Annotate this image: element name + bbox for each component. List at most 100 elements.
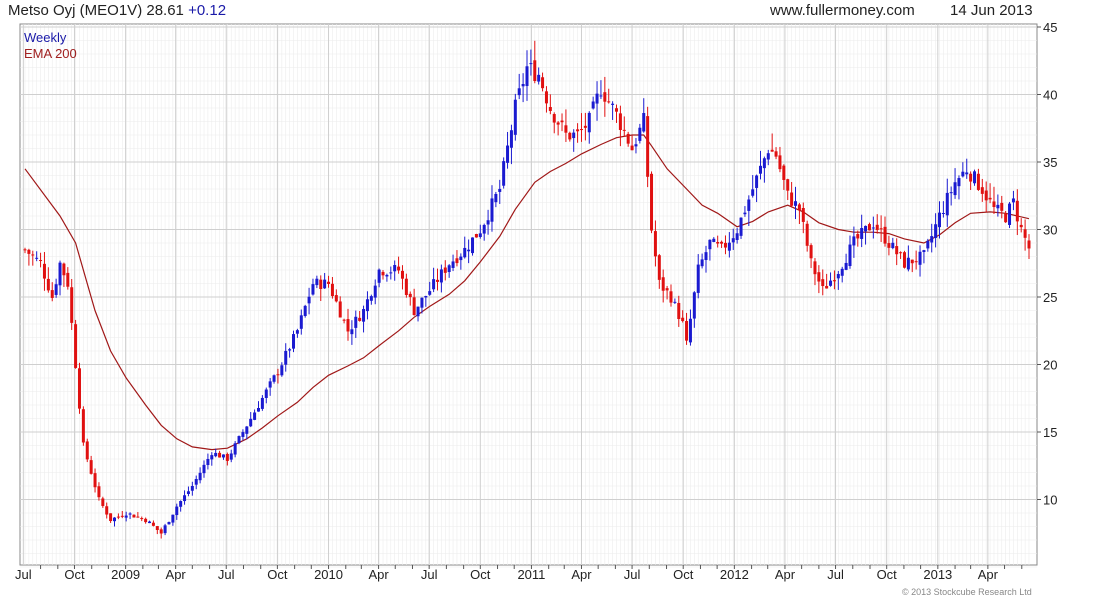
candle-body <box>389 272 393 274</box>
candle-body <box>673 301 677 303</box>
candle-body <box>198 472 202 481</box>
candle-body <box>330 283 334 297</box>
candle-body <box>712 238 716 242</box>
candle-down <box>81 406 85 446</box>
candle-body <box>953 182 957 196</box>
candle-body <box>984 190 988 201</box>
x-tick-label: Apr <box>775 567 796 582</box>
candle-down <box>902 250 906 269</box>
candle-body <box>369 296 373 301</box>
candle-body <box>852 236 856 246</box>
candle-body <box>626 133 630 144</box>
candle-body <box>124 515 128 518</box>
candle-body <box>486 220 490 225</box>
candle-body <box>747 199 751 211</box>
candle-body <box>910 259 914 264</box>
candle-body <box>1000 202 1004 211</box>
copyright-note: © 2013 Stockcube Research Ltd <box>902 587 1032 597</box>
candle-body <box>790 192 794 206</box>
candle-body <box>323 279 327 289</box>
candle-up <box>502 157 506 189</box>
candle-body <box>583 125 587 128</box>
candle-body <box>1023 229 1027 238</box>
candle-body <box>1027 240 1031 249</box>
candle-body <box>770 149 774 152</box>
candle-up <box>167 521 171 525</box>
candle-body <box>669 291 673 303</box>
candle-body <box>646 116 650 177</box>
candle-body <box>206 458 210 466</box>
candle-body <box>120 515 124 517</box>
candle-body <box>595 93 599 104</box>
candle-body <box>408 293 412 298</box>
candle-body <box>541 77 545 89</box>
candle-body <box>268 381 272 388</box>
candle-body <box>350 329 354 335</box>
candle-body <box>918 251 922 265</box>
candle-body <box>183 495 187 502</box>
candle-body <box>762 158 766 169</box>
x-tick-label: Jul <box>624 567 641 582</box>
candle-body <box>961 171 965 177</box>
candle-body <box>276 374 280 376</box>
candle-body <box>50 290 54 298</box>
candle-body <box>1008 203 1012 225</box>
candle-body <box>377 269 381 283</box>
candle-body <box>439 269 443 283</box>
candle-body <box>342 319 346 321</box>
candle-body <box>801 207 805 222</box>
x-tick-label: Apr <box>978 567 999 582</box>
candle-body <box>840 268 844 276</box>
candle-body <box>39 260 43 262</box>
candle-body <box>677 302 681 320</box>
candle-body <box>229 453 233 460</box>
candle-body <box>576 129 580 132</box>
candle-body <box>105 506 109 515</box>
candle-body <box>494 193 498 203</box>
candle-body <box>77 368 81 409</box>
candle-body <box>365 299 369 312</box>
candle-body <box>537 74 541 82</box>
candle-body <box>926 240 930 249</box>
candle-body <box>778 155 782 170</box>
candle-body <box>478 233 482 237</box>
candle-body <box>132 514 136 518</box>
candle-body <box>949 192 953 194</box>
candle-body <box>66 272 70 287</box>
candle-body <box>397 266 401 271</box>
candle-body <box>128 513 132 515</box>
candle-body <box>1019 224 1023 228</box>
candle-body <box>400 270 404 279</box>
candle-body <box>681 317 685 322</box>
x-tick-label: 2013 <box>923 567 952 582</box>
candle-body <box>902 252 906 268</box>
candle-body <box>116 516 120 518</box>
candle-body <box>650 173 654 231</box>
candle-body <box>260 397 264 409</box>
candle-body <box>1015 200 1019 222</box>
candle-body <box>544 91 548 104</box>
candle-body <box>74 324 78 368</box>
candle-body <box>941 213 945 215</box>
candle-down <box>77 362 81 414</box>
candle-body <box>883 226 887 244</box>
candle-body <box>315 278 319 286</box>
candle-body <box>813 261 817 275</box>
candle-body <box>739 217 743 236</box>
candle-body <box>891 242 895 249</box>
candle-body <box>794 201 798 206</box>
candle-body <box>591 101 595 109</box>
candle-body <box>280 365 284 376</box>
candle-body <box>848 244 852 267</box>
candle-body <box>560 120 564 123</box>
candle-body <box>447 265 451 273</box>
x-tick-label: Apr <box>166 567 187 582</box>
candle-body <box>906 257 910 270</box>
candle-body <box>467 249 471 252</box>
candle-body <box>186 491 190 494</box>
candle-body <box>969 173 973 182</box>
plot-frame <box>19 23 1038 566</box>
candle-body <box>708 239 712 250</box>
candle-body <box>459 256 463 261</box>
x-tick-label: 2012 <box>720 567 749 582</box>
